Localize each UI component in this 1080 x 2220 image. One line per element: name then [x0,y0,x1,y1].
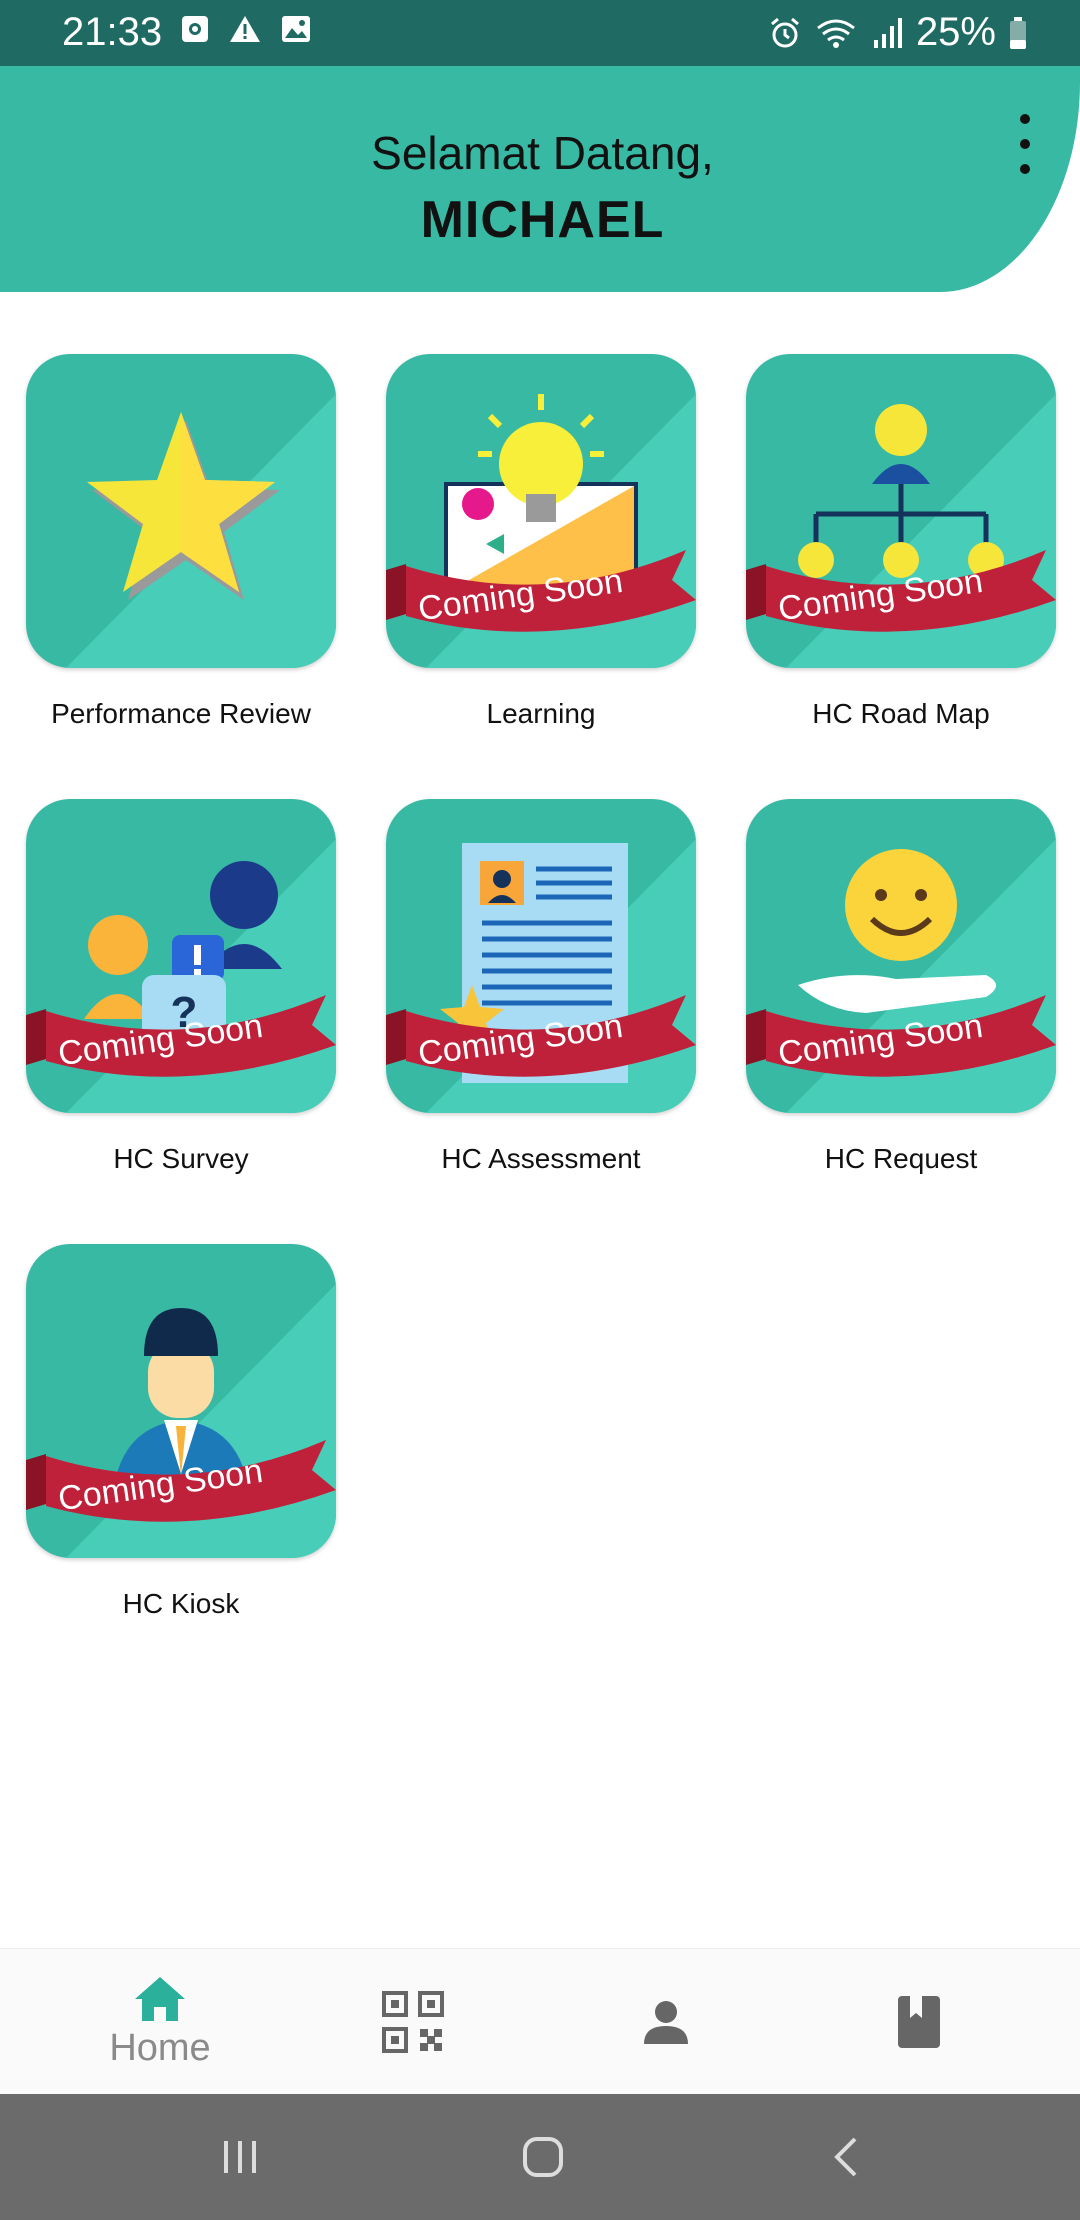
user-name: MICHAEL [420,191,665,249]
tile-label: HC Request [824,1143,978,1174]
tile-performance-review[interactable]: Performance Review [26,354,336,730]
coming-soon-ribbon: Coming Soon [386,550,696,632]
tile-label: Learning [486,698,596,729]
recent-apps-button[interactable] [190,2122,290,2192]
back-chevron-icon [834,2137,857,2177]
system-navigation-bar [0,2094,1080,2220]
nav-qr-scan[interactable] [313,1949,513,2095]
bottom-navigation: Home [0,1948,1080,2094]
home-system-button[interactable] [493,2122,593,2192]
nav-profile[interactable] [566,1949,766,2095]
person-icon [644,2001,688,2044]
tile-label: Performance Review [51,698,311,729]
tile-label: HC Road Map [812,698,990,729]
welcome-header: Selamat Datang, MICHAEL [0,66,1080,292]
tile-label: HC Kiosk [122,1588,240,1619]
nav-book[interactable] [819,1949,1019,2095]
signal-icon [873,17,902,48]
status-system-icons: 25% [768,10,1028,55]
menu-dot [1020,139,1030,149]
battery-percentage: 25% [915,10,996,54]
nav-home[interactable]: Home [60,1949,260,2095]
coming-soon-ribbon: Coming Soon [746,550,1056,632]
tile-card[interactable] [26,354,336,668]
wifi-icon [817,19,855,48]
coming-soon-ribbon: Coming Soon [26,1440,336,1522]
home-circle-icon [523,2137,563,2177]
greeting-text: Selamat Datang, [371,127,714,179]
coming-soon-ribbon: Coming Soon [746,995,1056,1077]
menu-dot [1020,114,1030,124]
status-time: 21:33 [62,10,163,54]
book-icon [898,1996,940,2048]
recent-apps-icon [224,2141,256,2173]
alarm-icon [770,17,799,47]
image-icon [282,16,310,42]
status-notification-icons [180,14,312,44]
home-icon [135,1976,185,2021]
screen-record-icon [182,16,208,42]
coming-soon-ribbon: Coming Soon [26,995,336,1077]
battery-icon [1010,16,1026,49]
coming-soon-ribbon: Coming Soon [386,995,696,1077]
back-button[interactable] [796,2122,896,2192]
overflow-menu-button[interactable] [1010,114,1040,174]
tile-label: HC Survey [113,1143,249,1174]
qr-code-icon [382,1991,444,2053]
status-bar: 21:33 25% [0,0,1080,66]
menu-dot [1020,164,1030,174]
tile-label: HC Assessment [441,1143,641,1174]
warning-icon [230,16,260,42]
nav-home-label: Home [109,2026,211,2069]
